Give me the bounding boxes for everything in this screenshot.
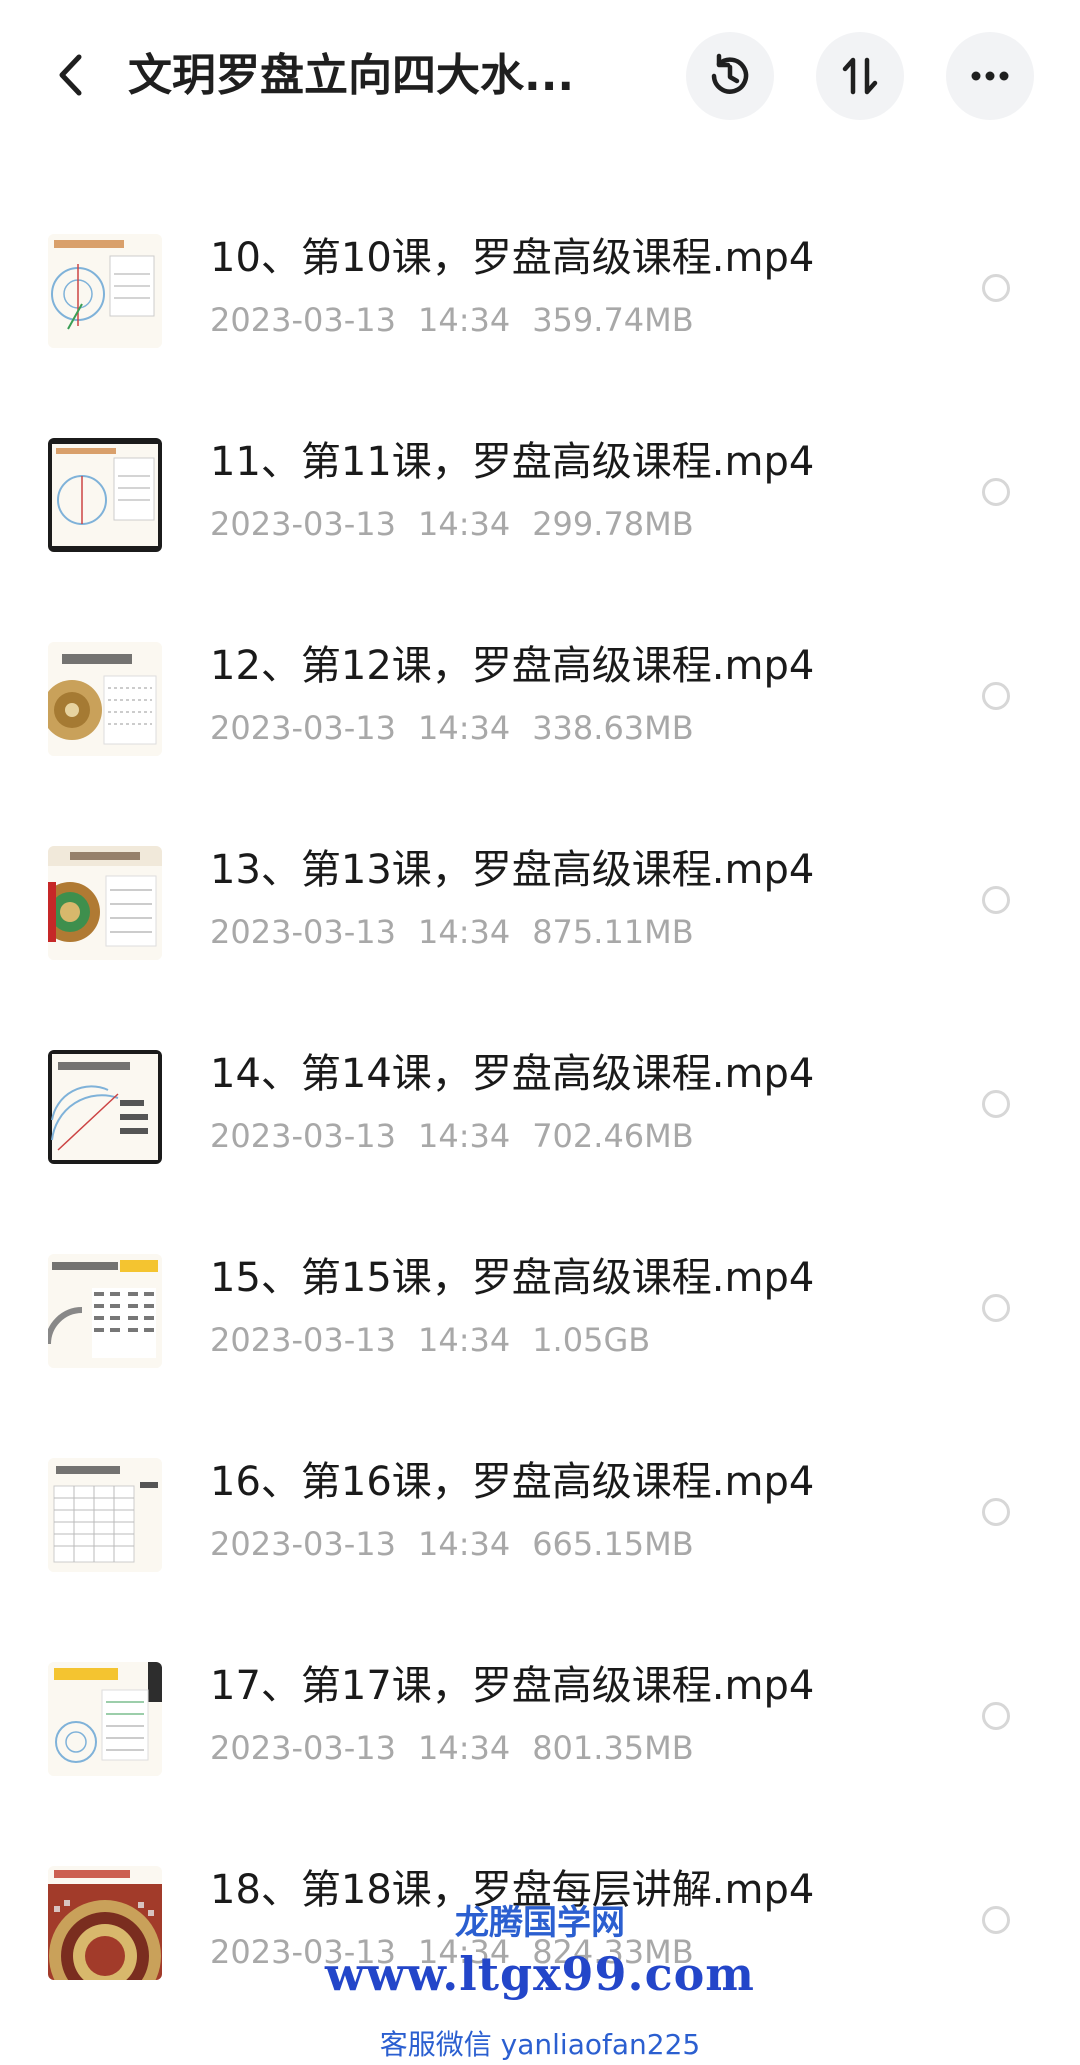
- file-time: 14:34: [417, 301, 511, 339]
- video-thumbnail: [48, 642, 162, 756]
- file-meta: 2023-03-13 14:34 875.11MB: [210, 910, 716, 954]
- watermark-url: www.ltgx99.com: [325, 1947, 755, 2001]
- file-row[interactable]: 16、第16课，罗盘高级课程.mp4 2023-03-13 14:34 665.15…: [0, 1428, 1080, 1632]
- file-time: 14:34: [417, 505, 511, 543]
- select-radio[interactable]: [982, 886, 1010, 914]
- file-size: 702.46MB: [532, 1117, 694, 1155]
- file-row[interactable]: 12、第12课，罗盘高级课程.mp4 2023-03-13 14:34 338.63…: [0, 612, 1080, 816]
- more-horizontal-icon: [971, 71, 1009, 81]
- sort-icon: [842, 57, 878, 95]
- file-time: 14:34: [417, 1525, 511, 1563]
- file-row[interactable]: 15、第15课，罗盘高级课程.mp4 2023-03-13 14:34 1.05GB: [0, 1224, 1080, 1428]
- file-date: 2023-03-13: [210, 505, 396, 543]
- file-row[interactable]: 10、第10课，罗盘高级课程.mp4 2023-03-13 14:34 359.74…: [0, 204, 1080, 408]
- file-size: 299.78MB: [532, 505, 694, 543]
- video-thumbnail: [48, 1050, 162, 1164]
- select-radio[interactable]: [982, 682, 1010, 710]
- file-meta: 2023-03-13 14:34 338.63MB: [210, 706, 716, 750]
- file-name: 16、第16课，罗盘高级课程.mp4: [210, 1459, 815, 1505]
- file-row[interactable]: 13、第13课，罗盘高级课程.mp4 2023-03-13 14:34 875.11…: [0, 816, 1080, 1020]
- file-date: 2023-03-13: [210, 1729, 396, 1767]
- file-name: 10、第10课，罗盘高级课程.mp4: [210, 235, 815, 281]
- file-date: 2023-03-13: [210, 301, 396, 339]
- history-icon: [711, 53, 749, 94]
- file-name: 14、第14课，罗盘高级课程.mp4: [210, 1051, 815, 1097]
- select-radio[interactable]: [982, 1702, 1010, 1730]
- select-radio[interactable]: [982, 1294, 1010, 1322]
- select-radio[interactable]: [982, 1498, 1010, 1526]
- video-thumbnail: [48, 1458, 162, 1572]
- file-time: 14:34: [417, 1729, 511, 1767]
- file-size: 875.11MB: [532, 913, 694, 951]
- chevron-left-icon: [59, 54, 82, 96]
- back-button[interactable]: [40, 40, 100, 110]
- file-time: 14:34: [417, 913, 511, 951]
- file-meta: 2023-03-13 14:34 359.74MB: [210, 298, 716, 342]
- file-date: 2023-03-13: [210, 1525, 396, 1563]
- file-row[interactable]: 17、第17课，罗盘高级课程.mp4 2023-03-13 14:34 801.35…: [0, 1632, 1080, 1836]
- more-button[interactable]: [946, 32, 1034, 120]
- select-radio[interactable]: [982, 1090, 1010, 1118]
- video-thumbnail: [48, 234, 162, 348]
- history-button[interactable]: [686, 32, 774, 120]
- file-name: 13、第13课，罗盘高级课程.mp4: [210, 847, 815, 893]
- file-time: 14:34: [417, 1117, 511, 1155]
- file-meta: 2023-03-13 14:34 1.05GB: [210, 1318, 672, 1362]
- file-name: 11、第11课，罗盘高级课程.mp4: [210, 439, 815, 485]
- top-bar: 文玥罗盘立向四大水...: [0, 0, 1080, 150]
- file-date: 2023-03-13: [210, 709, 396, 747]
- video-thumbnail: [48, 846, 162, 960]
- file-meta: 2023-03-13 14:34 801.35MB: [210, 1726, 716, 1770]
- sort-button[interactable]: [816, 32, 904, 120]
- file-name: 17、第17课，罗盘高级课程.mp4: [210, 1663, 815, 1709]
- file-name: 15、第15课，罗盘高级课程.mp4: [210, 1255, 815, 1301]
- file-row[interactable]: 11、第11课，罗盘高级课程.mp4 2023-03-13 14:34 299.78…: [0, 408, 1080, 612]
- file-row[interactable]: 14、第14课，罗盘高级课程.mp4 2023-03-13 14:34 702.46…: [0, 1020, 1080, 1224]
- file-meta: 2023-03-13 14:34 299.78MB: [210, 502, 716, 546]
- file-meta: 2023-03-13 14:34 702.46MB: [210, 1114, 716, 1158]
- file-size: 801.35MB: [532, 1729, 694, 1767]
- file-time: 14:34: [417, 1321, 511, 1359]
- file-size: 338.63MB: [532, 709, 694, 747]
- file-date: 2023-03-13: [210, 1117, 396, 1155]
- video-thumbnail: [48, 1662, 162, 1776]
- file-list-page: 文玥罗盘立向四大水... 10、第10课，罗盘高级课程.mp4 2023-03-…: [0, 0, 1080, 2065]
- file-name: 12、第12课，罗盘高级课程.mp4: [210, 643, 815, 689]
- file-time: 14:34: [417, 709, 511, 747]
- file-date: 2023-03-13: [210, 1321, 396, 1359]
- file-size: 359.74MB: [532, 301, 694, 339]
- watermark-site-name: 龙腾国学网: [455, 1903, 625, 1943]
- video-thumbnail: [48, 1254, 162, 1368]
- file-size: 665.15MB: [532, 1525, 694, 1563]
- file-meta: 2023-03-13 14:34 665.15MB: [210, 1522, 716, 1566]
- file-size: 1.05GB: [532, 1321, 651, 1359]
- select-radio[interactable]: [982, 274, 1010, 302]
- file-date: 2023-03-13: [210, 913, 396, 951]
- folder-title: 文玥罗盘立向四大水...: [128, 50, 575, 101]
- video-thumbnail: [48, 438, 162, 552]
- select-radio[interactable]: [982, 478, 1010, 506]
- watermark-wechat: 客服微信 yanliaofan225: [379, 2028, 701, 2061]
- file-list: 10、第10课，罗盘高级课程.mp4 2023-03-13 14:34 359.74…: [0, 204, 1080, 2040]
